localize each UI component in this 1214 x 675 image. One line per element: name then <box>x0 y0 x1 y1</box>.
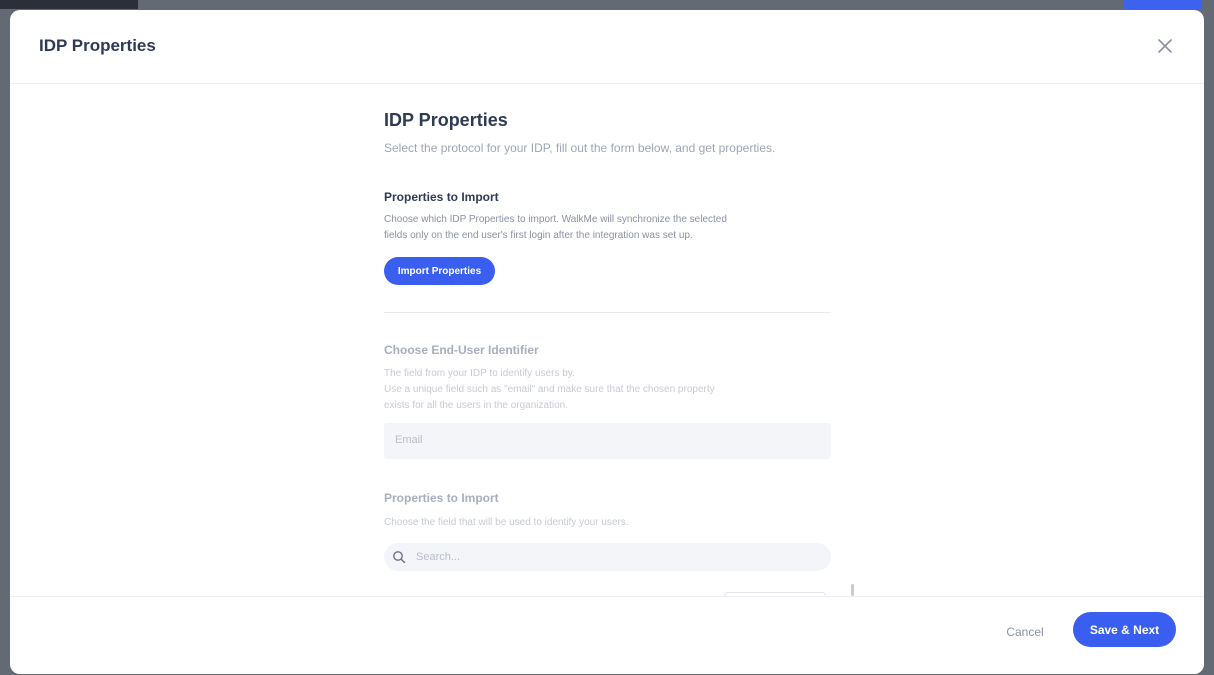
identifier-section-description: The field from your IDP to identify user… <box>384 366 804 414</box>
idp-properties-modal: IDP Properties IDP Properties Select the… <box>10 10 1204 674</box>
import-properties-button[interactable]: Import Properties <box>384 257 495 285</box>
search-icon <box>393 551 406 564</box>
modal-header: IDP Properties <box>10 10 1204 84</box>
search-input[interactable] <box>416 547 816 567</box>
cancel-button[interactable]: Cancel <box>1000 621 1050 643</box>
background-button <box>1124 0 1202 9</box>
end-user-identifier-select[interactable]: Email <box>384 423 831 459</box>
background-strip <box>0 0 138 9</box>
import-section-description: Choose which IDP Properties to import. W… <box>384 212 804 244</box>
identifier-section-title: Choose End-User Identifier <box>384 343 539 357</box>
modal-title: IDP Properties <box>39 36 156 55</box>
modal-footer: Cancel Save & Next <box>10 596 1204 674</box>
identifier-selected-value: Email <box>395 434 423 446</box>
properties-section-title: Properties to Import <box>384 491 499 505</box>
form-subtitle: Select the protocol for your IDP, fill o… <box>384 141 776 155</box>
import-description-line: Choose which IDP Properties to import. W… <box>384 214 727 225</box>
section-divider <box>384 312 831 313</box>
identifier-description-line: The field from your IDP to identify user… <box>384 368 575 379</box>
close-icon <box>1158 39 1172 53</box>
scrollbar-thumb[interactable] <box>851 584 854 596</box>
close-button[interactable] <box>1155 36 1175 56</box>
form-heading: IDP Properties <box>384 110 508 130</box>
import-section-title: Properties to Import <box>384 190 499 204</box>
identifier-description-line: Use a unique field such as "email" and m… <box>384 384 715 395</box>
identifier-description-line: exists for all the users in the organiza… <box>384 400 568 411</box>
properties-search[interactable] <box>384 543 831 571</box>
import-description-line: fields only on the end user's first logi… <box>384 230 693 241</box>
save-and-next-button[interactable]: Save & Next <box>1073 612 1176 647</box>
properties-section-description: Choose the field that will be used to id… <box>384 517 629 528</box>
modal-body[interactable]: IDP Properties Select the protocol for y… <box>10 84 1204 596</box>
